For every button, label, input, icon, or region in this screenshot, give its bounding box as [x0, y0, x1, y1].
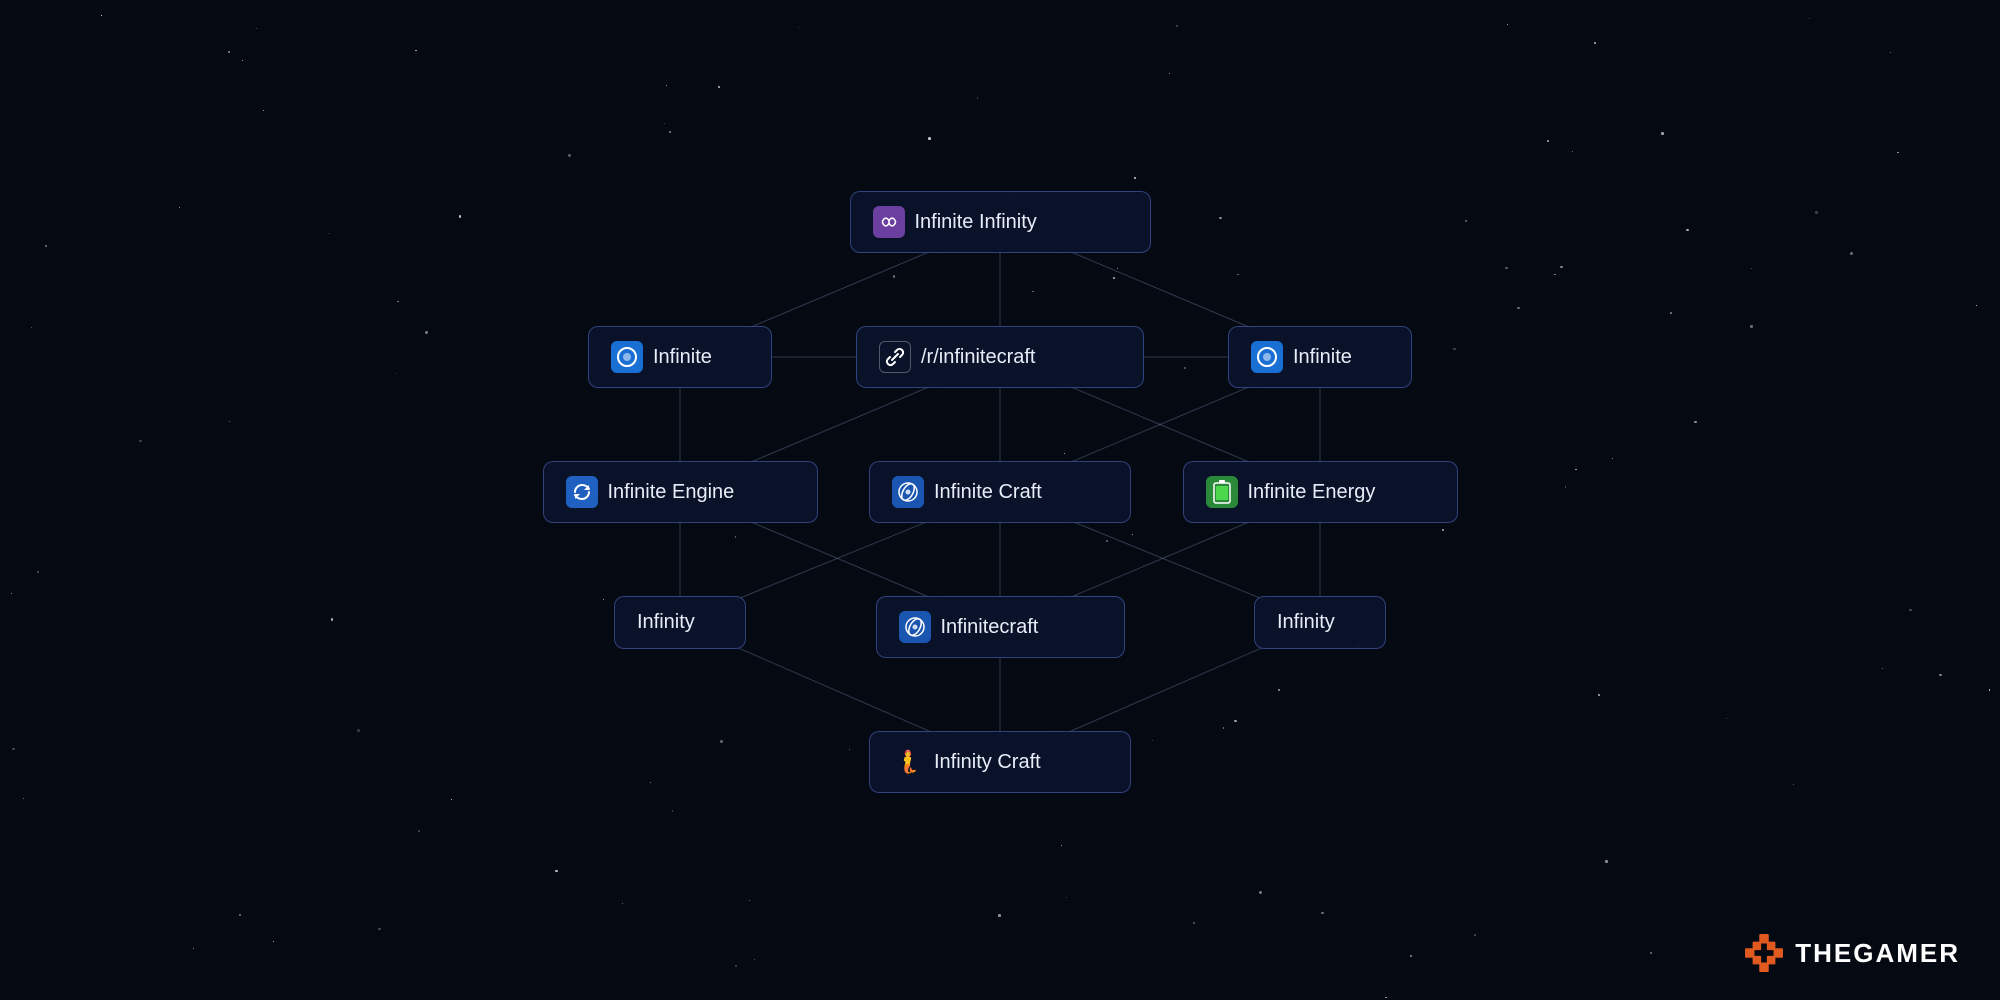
node-icon-infinity-craft: 🧜: [892, 746, 924, 778]
node-label-r-infinitecraft: /r/infinitecraft: [921, 346, 1035, 369]
node-icon-r-infinitecraft: [879, 341, 911, 373]
node-infinite-left: Infinite: [588, 326, 772, 388]
watermark-label: THEGAMER: [1795, 938, 1960, 969]
watermark: THEGAMER: [1745, 934, 1960, 972]
node-icon-infinitecraft: [899, 611, 931, 643]
node-icon-infinite-energy: [1206, 476, 1238, 508]
graph-container: Infinite Infinity Infinite/r/infinitecraf…: [0, 0, 2000, 1000]
node-label-infinite-right: Infinite: [1293, 346, 1352, 369]
node-icon-infinite-infinity: [873, 206, 905, 238]
node-icon-infinite-engine: [566, 476, 598, 508]
node-infinite-right: Infinite: [1228, 326, 1412, 388]
thegamer-logo-icon: [1745, 934, 1783, 972]
node-label-infinitecraft: Infinitecraft: [941, 616, 1039, 639]
node-label-infinity-left: Infinity: [637, 611, 695, 634]
node-infinity-craft: 🧜 Infinity Craft: [869, 731, 1131, 793]
node-infinity-right: Infinity: [1254, 596, 1386, 649]
node-label-infinite-engine: Infinite Engine: [608, 481, 735, 504]
node-infinite-infinity: Infinite Infinity: [850, 191, 1151, 253]
node-r-infinitecraft: /r/infinitecraft: [856, 326, 1144, 388]
node-infinity-left: Infinity: [614, 596, 746, 649]
node-infinite-energy: Infinite Energy: [1183, 461, 1458, 523]
node-label-infinite-energy: Infinite Energy: [1248, 481, 1376, 504]
nodes-wrapper: Infinite Infinity Infinite/r/infinitecraf…: [550, 160, 1450, 840]
node-icon-infinite-right: [1251, 341, 1283, 373]
node-label-infinity-craft: Infinity Craft: [934, 751, 1041, 774]
node-infinitecraft: Infinitecraft: [876, 596, 1125, 658]
node-label-infinite-left: Infinite: [653, 346, 712, 369]
node-label-infinite-infinity: Infinite Infinity: [915, 211, 1037, 234]
node-icon-infinite-left: [611, 341, 643, 373]
node-infinite-engine: Infinite Engine: [543, 461, 818, 523]
node-icon-infinite-craft: [892, 476, 924, 508]
node-label-infinity-right: Infinity: [1277, 611, 1335, 634]
node-label-infinite-craft: Infinite Craft: [934, 481, 1042, 504]
node-infinite-craft: Infinite Craft: [869, 461, 1131, 523]
